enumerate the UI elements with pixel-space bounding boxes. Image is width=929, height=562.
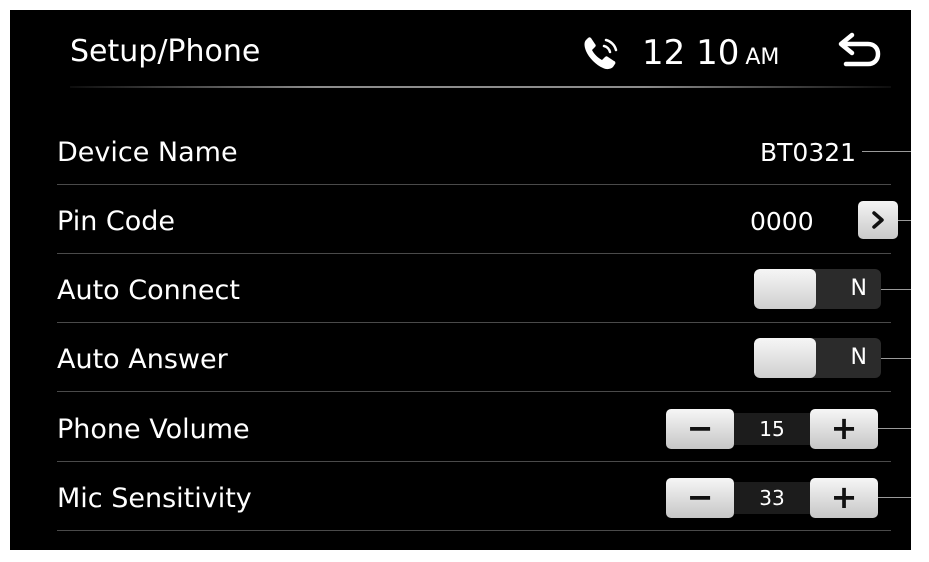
leader-line — [878, 497, 911, 498]
leader-line — [881, 358, 911, 359]
auto-answer-row: Auto Answer N — [10, 323, 911, 392]
leader-line — [881, 289, 911, 290]
mic-sensitivity-row: Mic Sensitivity − 33 + — [10, 462, 911, 531]
auto-answer-label: Auto Answer — [57, 344, 228, 375]
auto-answer-state: N — [850, 345, 867, 370]
mic-sensitivity-decrease-button[interactable]: − — [666, 478, 734, 518]
phone-volume-value: 15 — [734, 413, 810, 445]
toggle-knob — [754, 269, 816, 309]
header-bar: Setup/Phone 12 10 AM — [10, 10, 911, 92]
auto-connect-label: Auto Connect — [57, 275, 240, 306]
device-name-label: Device Name — [57, 137, 238, 168]
auto-connect-row: Auto Connect N — [10, 254, 911, 323]
phone-volume-row: Phone Volume − 15 + — [10, 393, 911, 462]
clock-time: 12 10 — [642, 33, 740, 73]
device-name-value: BT0321 — [760, 138, 857, 167]
back-arrow-icon[interactable] — [832, 30, 882, 74]
mic-sensitivity-label: Mic Sensitivity — [57, 483, 252, 514]
pin-code-label: Pin Code — [57, 206, 176, 237]
auto-connect-state: N — [850, 276, 867, 301]
phone-volume-increase-button[interactable]: + — [810, 409, 878, 449]
chevron-right-icon — [872, 211, 884, 229]
page-title: Setup/Phone — [70, 34, 261, 69]
pin-code-value: 0000 — [750, 207, 814, 236]
phone-volume-label: Phone Volume — [57, 414, 250, 445]
leader-line — [862, 151, 911, 152]
phone-volume-decrease-button[interactable]: − — [666, 409, 734, 449]
clock: 12 10 AM — [642, 32, 779, 79]
pin-code-row[interactable]: Pin Code 0000 — [10, 185, 911, 254]
pin-code-edit-button[interactable] — [858, 201, 898, 239]
mic-sensitivity-increase-button[interactable]: + — [810, 478, 878, 518]
device-name-row[interactable]: Device Name BT0321 — [10, 116, 911, 185]
phone-volume-stepper: − 15 + — [666, 409, 878, 449]
clock-ampm: AM — [745, 45, 780, 70]
row-divider — [57, 530, 891, 531]
setup-phone-screen: Setup/Phone 12 10 AM Device Name BT0321 P… — [10, 10, 911, 550]
phone-bluetooth-icon[interactable] — [580, 34, 622, 72]
auto-connect-toggle[interactable]: N — [754, 269, 881, 309]
mic-sensitivity-stepper: − 33 + — [666, 478, 878, 518]
mic-sensitivity-value: 33 — [734, 482, 810, 514]
leader-line — [878, 428, 911, 429]
toggle-knob — [754, 338, 816, 378]
leader-line — [898, 220, 911, 221]
row-divider — [57, 391, 891, 392]
auto-answer-toggle[interactable]: N — [754, 338, 881, 378]
header-divider — [70, 86, 891, 88]
